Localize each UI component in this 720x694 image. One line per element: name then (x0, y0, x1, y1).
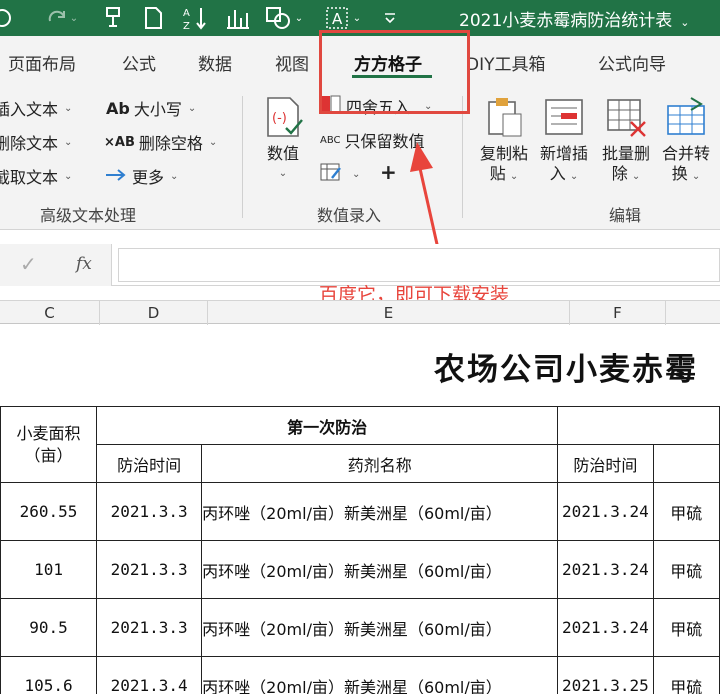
column-header-e[interactable]: E (208, 301, 570, 325)
clipboard-icon (483, 96, 525, 138)
cell-agent[interactable]: 丙环唑（20ml/亩）新美洲星（60ml/亩） (201, 656, 559, 694)
new-document-icon[interactable] (140, 4, 166, 32)
copy-paste-button[interactable]: 复制粘 贴 ⌄ (480, 96, 528, 187)
column-header-f[interactable]: F (570, 301, 666, 325)
round-button[interactable]: 四舍五入 ⌄ (320, 94, 432, 118)
edit-value-button[interactable]: ⌄ (320, 162, 360, 186)
shapes-icon[interactable]: ⌄ (260, 4, 308, 32)
number-button[interactable]: (-) 数值 ⌄ (262, 96, 304, 184)
tab-diy-toolbox[interactable]: DIY工具箱 (466, 50, 546, 75)
tab-formula-wizard[interactable]: 公式向导 (598, 50, 666, 75)
cell-date[interactable]: 2021.3.4 (96, 656, 203, 694)
table-row: 260.55 2021.3.3 丙环唑（20ml/亩）新美洲星（60ml/亩） … (0, 482, 720, 541)
header-time-2[interactable]: 防治时间 (557, 444, 654, 483)
fx-icon[interactable]: fx (76, 254, 92, 274)
svg-text:(-): (-) (272, 111, 287, 126)
group-label-edit: 编辑 (609, 206, 642, 225)
cell-date-2[interactable]: 2021.3.24 (557, 482, 654, 541)
table-row: 101 2021.3.3 丙环唑（20ml/亩）新美洲星（60ml/亩） 202… (0, 540, 720, 599)
active-tab-indicator (352, 75, 432, 78)
formula-input[interactable] (118, 248, 720, 282)
plus-button[interactable]: + (380, 160, 397, 184)
tab-page-layout[interactable]: 页面布局 (8, 50, 76, 75)
header-first-treatment[interactable]: 第一次防治 (96, 406, 559, 445)
cell-agent-2[interactable]: 甲硫 (652, 656, 720, 694)
tab-formulas[interactable]: 公式 (122, 50, 156, 75)
cell-date-2[interactable]: 2021.3.24 (557, 540, 654, 599)
chart-icon[interactable] (224, 4, 252, 32)
cell-area[interactable]: 105.6 (0, 656, 98, 694)
header-time[interactable]: 防治时间 (96, 444, 203, 483)
delete-space-icon: ×AB (104, 134, 135, 150)
insert-new-button[interactable]: 新增插 入 ⌄ (540, 96, 588, 187)
case-button[interactable]: Ab 大小写 ⌄ (106, 96, 196, 120)
tab-view[interactable]: 视图 (275, 50, 309, 75)
check-icon[interactable]: ✓ (20, 252, 37, 276)
insert-text-button[interactable]: 插入文本 ⌄ (0, 96, 72, 120)
format-painter-icon[interactable] (100, 4, 128, 32)
column-header-bar: C D E F (0, 300, 720, 325)
cell-agent[interactable]: 丙环唑（20ml/亩）新美洲星（60ml/亩） (201, 482, 559, 541)
case-icon: Ab (106, 98, 130, 118)
sheet-title: 农场公司小麦赤霉 (434, 352, 698, 388)
header-agent[interactable]: 药剂名称 (201, 444, 559, 483)
header-agent-2[interactable] (652, 444, 720, 483)
group-divider (462, 96, 463, 218)
group-label-value: 数值录入 (317, 206, 382, 225)
customize-toolbar-icon[interactable] (380, 4, 400, 32)
tab-data[interactable]: 数据 (198, 50, 232, 75)
cell-date[interactable]: 2021.3.3 (96, 598, 203, 657)
table-row: 90.5 2021.3.3 丙环唑（20ml/亩）新美洲星（60ml/亩） 20… (0, 598, 720, 657)
merge-icon (665, 96, 707, 138)
window-title: 2021小麦赤霉病防治统计表 ⌄ (459, 11, 690, 31)
select-text-icon[interactable]: A ⌄ (320, 4, 366, 32)
cell-agent[interactable]: 丙环唑（20ml/亩）新美洲星（60ml/亩） (201, 540, 559, 599)
cell-date-2[interactable]: 2021.3.25 (557, 656, 654, 694)
cell-agent-2[interactable]: 甲硫 (652, 482, 720, 541)
edit-table-icon (320, 162, 342, 186)
svg-text:Z: Z (183, 21, 190, 31)
number-document-icon: (-) (262, 96, 304, 138)
cell-agent[interactable]: 丙环唑（20ml/亩）新美洲星（60ml/亩） (201, 598, 559, 657)
column-header-d[interactable]: D (100, 301, 208, 325)
round-icon (320, 95, 342, 117)
more-button[interactable]: 更多 ⌄ (104, 164, 178, 188)
group-label-text: 高级文本处理 (40, 206, 137, 225)
cell-date[interactable]: 2021.3.3 (96, 540, 203, 599)
cell-date[interactable]: 2021.3.3 (96, 482, 203, 541)
batch-delete-button[interactable]: 批量删 除 ⌄ (602, 96, 650, 187)
column-header-c[interactable]: C (0, 301, 100, 325)
table-row: 105.6 2021.3.4 丙环唑（20ml/亩）新美洲星（60ml/亩） 2… (0, 656, 720, 694)
cell-agent-2[interactable]: 甲硫 (652, 540, 720, 599)
group-divider (242, 96, 243, 218)
cell-agent-2[interactable]: 甲硫 (652, 598, 720, 657)
formula-bar-controls: ✓ fx (0, 244, 112, 286)
header-area[interactable]: 小麦面积（亩） (0, 406, 98, 483)
insert-rows-icon (543, 96, 585, 138)
redo-icon[interactable]: ⌄ (40, 4, 84, 32)
arrow-right-icon (104, 167, 128, 186)
delete-text-button[interactable]: 删除文本 ⌄ (0, 130, 72, 154)
header-second-treatment[interactable] (557, 406, 720, 445)
tab-fangfang-gezi[interactable]: 方方格子 (354, 50, 422, 75)
keep-value-icon: ABC (320, 134, 341, 146)
cell-area[interactable]: 101 (0, 540, 98, 599)
extract-text-button[interactable]: 截取文本 ⌄ (0, 164, 72, 188)
delete-space-button[interactable]: ×AB 删除空格 ⌄ (104, 130, 217, 154)
data-table: 小麦面积（亩） 第一次防治 防治时间 药剂名称 防治时间 260.55 2021… (0, 406, 720, 694)
undo-icon[interactable] (0, 4, 16, 32)
svg-text:A: A (183, 8, 190, 19)
svg-text:A: A (332, 10, 343, 28)
merge-convert-button[interactable]: 合并转 换 ⌄ (662, 96, 710, 187)
column-header-g[interactable] (666, 301, 720, 325)
sort-icon[interactable]: AZ (180, 4, 210, 32)
title-bar: ⌄ AZ ⌄ A ⌄ 2021小麦赤霉病防治统计表 ⌄ (0, 0, 720, 36)
cell-area[interactable]: 260.55 (0, 482, 98, 541)
cell-date-2[interactable]: 2021.3.24 (557, 598, 654, 657)
delete-table-icon (605, 96, 647, 138)
cell-area[interactable]: 90.5 (0, 598, 98, 657)
